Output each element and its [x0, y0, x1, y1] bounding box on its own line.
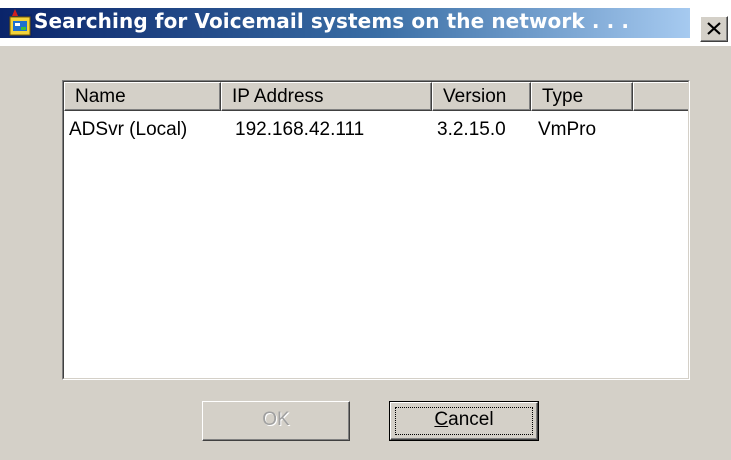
cell-name: ADSvr (Local) — [69, 119, 188, 140]
column-header-filler — [633, 82, 688, 111]
title-bar[interactable]: Searching for Voicemail systems on the n… — [0, 0, 731, 46]
list-item[interactable]: ADSvr (Local) 192.168.42.111 3.2.15.0 Vm… — [64, 115, 688, 145]
systems-list[interactable]: Name IP Address Version Type ADSvr (Loca… — [62, 80, 690, 380]
ok-button-label: OK — [262, 409, 290, 430]
column-header-name[interactable]: Name — [64, 82, 221, 111]
list-header: Name IP Address Version Type — [64, 82, 688, 111]
ok-button[interactable]: OK — [202, 401, 350, 441]
close-button[interactable] — [700, 16, 728, 42]
systems-list-viewport: Name IP Address Version Type ADSvr (Loca… — [63, 81, 689, 379]
column-header-version[interactable]: Version — [432, 82, 531, 111]
cell-type: VmPro — [538, 119, 597, 140]
cell-ip-address: 192.168.42.111 — [235, 119, 365, 140]
voicemail-app-icon — [8, 9, 32, 37]
window-title: Searching for Voicemail systems on the n… — [34, 9, 630, 33]
cell-version: 3.2.15.0 — [437, 119, 506, 140]
cancel-button[interactable]: Cancel — [389, 401, 539, 441]
column-header-ip-address[interactable]: IP Address — [221, 82, 432, 111]
column-header-type[interactable]: Type — [531, 82, 633, 111]
cancel-button-label: Cancel — [434, 409, 493, 430]
cancel-mnemonic: C — [434, 409, 449, 430]
cancel-label-rest: ancel — [448, 409, 494, 430]
close-icon — [707, 22, 721, 35]
